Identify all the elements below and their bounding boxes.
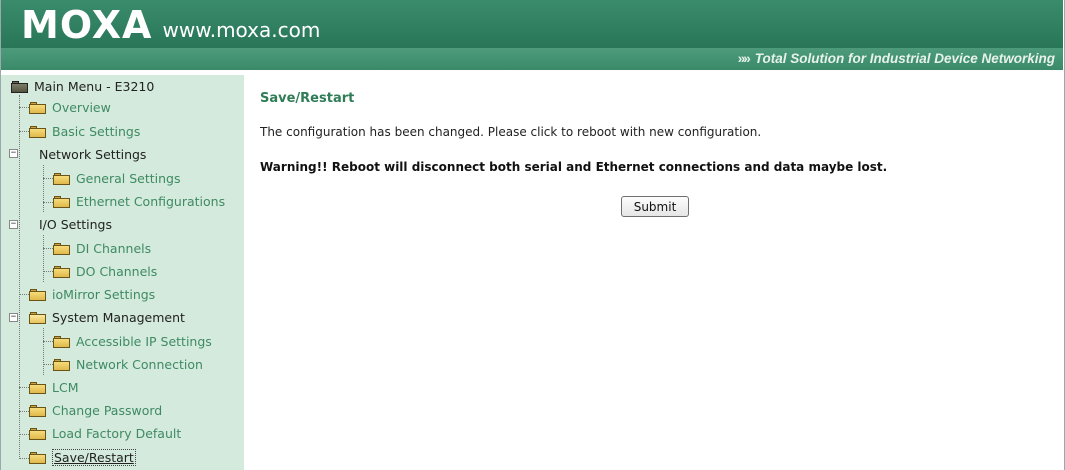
tree-branch — [19, 458, 29, 459]
submit-button[interactable]: Submit — [621, 196, 689, 217]
sidebar-item-di-channels[interactable]: DI Channels — [53, 237, 151, 260]
folder-icon — [11, 80, 28, 93]
folder-icon — [53, 242, 70, 255]
folder-icon — [29, 427, 46, 440]
logo-url[interactable]: www.moxa.com — [162, 15, 320, 47]
folder-open-icon — [29, 311, 46, 324]
sidebar-item-label[interactable]: Save/Restart — [52, 449, 136, 466]
tree-line — [43, 165, 44, 212]
tree-branch — [43, 271, 53, 272]
sidebar-menu: Main Menu - E3210 Overview Basic Setting… — [1, 75, 244, 470]
sidebar-item-accessible-ip-settings[interactable]: Accessible IP Settings — [53, 330, 212, 353]
folder-icon — [29, 288, 46, 301]
sidebar-item-label[interactable]: DI Channels — [76, 241, 151, 256]
warning-message: Warning!! Reboot will disconnect both se… — [260, 160, 888, 174]
tree-branch — [43, 341, 53, 342]
tree-branch — [43, 202, 53, 203]
folder-icon — [29, 125, 46, 138]
folder-icon — [53, 335, 70, 348]
sidebar-item-label[interactable]: General Settings — [76, 171, 181, 186]
header-banner: MOXA www.moxa.com »» Total Solution for I… — [1, 0, 1063, 70]
sidebar-item-label[interactable]: ioMirror Settings — [52, 287, 155, 302]
folder-icon — [29, 101, 46, 114]
main-content: Save/Restart The configuration has been … — [260, 75, 1060, 470]
tree-branch — [43, 178, 53, 179]
sidebar-item-label[interactable]: Network Connection — [76, 357, 203, 372]
page-title: Save/Restart — [260, 91, 355, 106]
sidebar-item-label[interactable]: Basic Settings — [52, 124, 140, 139]
folder-icon — [29, 451, 46, 464]
folder-icon — [29, 381, 46, 394]
tree-line — [43, 235, 44, 282]
tree-line — [19, 95, 20, 459]
sidebar-item-network-settings[interactable]: Network Settings — [39, 143, 146, 166]
collapse-expander-icon[interactable]: − — [9, 220, 18, 229]
sidebar-item-label[interactable]: Load Factory Default — [52, 426, 181, 441]
sidebar-item-load-factory-default[interactable]: Load Factory Default — [29, 422, 181, 445]
tree-line — [43, 328, 44, 375]
tree-branch — [19, 411, 29, 412]
reboot-message: The configuration has been changed. Plea… — [260, 125, 762, 139]
sidebar-item-label[interactable]: Accessible IP Settings — [76, 334, 212, 349]
tree-branch — [19, 434, 29, 435]
folder-icon — [29, 404, 46, 417]
sidebar-item-basic-settings[interactable]: Basic Settings — [29, 120, 140, 143]
tree-branch — [43, 248, 53, 249]
sidebar-item-label: Network Settings — [39, 147, 147, 162]
tree-branch — [19, 131, 29, 132]
sidebar-item-system-management[interactable]: System Management — [29, 306, 185, 329]
folder-icon — [53, 265, 70, 278]
sidebar-item-change-password[interactable]: Change Password — [29, 399, 162, 422]
collapse-expander-icon[interactable]: − — [9, 149, 18, 158]
sidebar-item-io-settings[interactable]: I/O Settings — [39, 213, 112, 236]
sidebar-item-label[interactable]: DO Channels — [76, 264, 157, 279]
sidebar-item-do-channels[interactable]: DO Channels — [53, 260, 157, 283]
sidebar-item-general-settings[interactable]: General Settings — [53, 167, 181, 190]
sidebar-item-overview[interactable]: Overview — [29, 96, 111, 119]
folder-icon — [53, 358, 70, 371]
tree-branch — [19, 387, 29, 388]
double-chevron-icon: »» — [737, 51, 751, 66]
moxa-logo: MOXA www.moxa.com — [21, 3, 320, 47]
folder-icon — [53, 195, 70, 208]
tree-branch — [19, 294, 29, 295]
collapse-expander-icon[interactable]: − — [9, 313, 18, 322]
sidebar-item-ethernet-configurations[interactable]: Ethernet Configurations — [53, 190, 225, 213]
sidebar-item-save-restart[interactable]: Save/Restart — [29, 446, 136, 469]
sidebar-root[interactable]: Main Menu - E3210 — [11, 75, 154, 98]
folder-icon — [53, 172, 70, 185]
sidebar-item-label[interactable]: LCM — [52, 380, 78, 395]
sidebar-item-network-connection[interactable]: Network Connection — [53, 353, 203, 376]
sidebar-item-label: System Management — [52, 310, 185, 325]
sidebar-root-label: Main Menu - E3210 — [34, 79, 155, 94]
tree-branch — [43, 364, 53, 365]
sidebar-item-label[interactable]: Ethernet Configurations — [76, 194, 225, 209]
tagline-text: Total Solution for Industrial Device Net… — [754, 51, 1055, 66]
sidebar-item-label[interactable]: Change Password — [52, 403, 162, 418]
sidebar-item-label[interactable]: Overview — [52, 100, 111, 115]
sidebar-item-label: I/O Settings — [39, 217, 112, 232]
header-tagline: »» Total Solution for Industrial Device N… — [738, 48, 1055, 70]
logo-wordmark: MOXA — [21, 3, 153, 47]
sidebar-item-lcm[interactable]: LCM — [29, 376, 78, 399]
sidebar-item-iomirror-settings[interactable]: ioMirror Settings — [29, 283, 155, 306]
tree-branch — [19, 107, 29, 108]
